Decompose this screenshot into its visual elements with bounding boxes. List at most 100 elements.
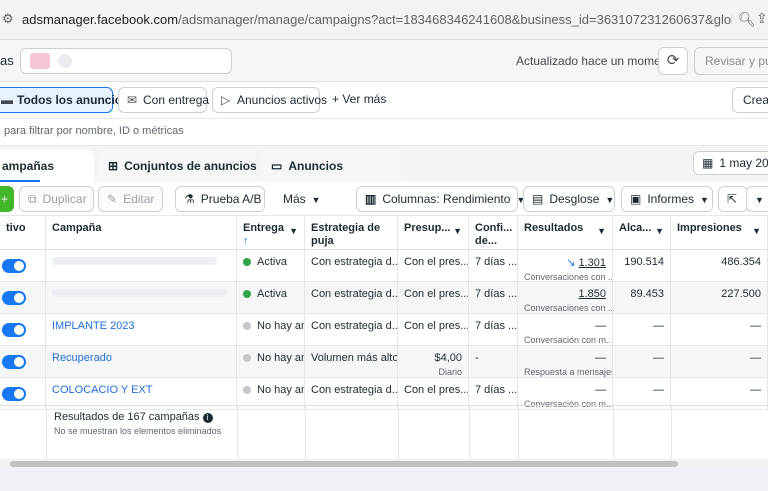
tab-adsets[interactable]: ⊞ Conjuntos de anuncios	[98, 150, 257, 184]
campaign-name-link[interactable]: Recuperado	[52, 352, 112, 364]
campaign-toggle[interactable]	[2, 387, 26, 401]
account-selector[interactable]	[20, 48, 232, 74]
cell-results: — Conversación con m...	[518, 314, 613, 346]
export-button[interactable]: ⇱	[718, 186, 748, 212]
cell-bid: Con estrategia d...	[305, 314, 398, 346]
sort-ascending-icon: ↑	[243, 235, 249, 247]
chevron-down-icon: ▼	[597, 226, 606, 236]
col-header-campaign[interactable]: Campaña	[46, 216, 237, 250]
results-value[interactable]: 1.301	[578, 257, 606, 269]
campaign-name-link[interactable]: IMPLANTE 2023	[52, 320, 135, 332]
refresh-button[interactable]: ⟳	[658, 47, 688, 75]
table-row[interactable]: Activa Con estrategia d... Con el pres... 7…	[0, 282, 768, 314]
more-actions-label: Más	[283, 192, 306, 206]
budget-period: Diario	[438, 367, 462, 377]
col-header-impressions[interactable]: Impresiones ▼	[671, 216, 768, 250]
reports-button[interactable]: ▣ Informes ▼	[621, 186, 713, 212]
create-button[interactable]: Crear	[732, 87, 768, 113]
zoom-icon[interactable]: 🔍︎	[738, 11, 756, 28]
col-header-delivery-label: Entrega	[243, 222, 284, 234]
edit-button[interactable]: ✎ Editar	[98, 186, 163, 212]
col-header-bid[interactable]: Estrategia de puja	[305, 216, 398, 250]
results-value[interactable]: —	[595, 320, 606, 332]
table-row[interactable]: IMPLANTE 2023 No hay an Con estrategia d..…	[0, 314, 768, 346]
date-range-button[interactable]: ▦ 1 may 2025	[693, 151, 768, 175]
campaign-toggle[interactable]	[2, 355, 26, 369]
col-header-impressions-label: Impresiones	[677, 222, 742, 234]
cell-bid: Con estrategia d...	[305, 282, 398, 314]
create-campaign-button[interactable]: +	[0, 186, 14, 212]
col-header-budget[interactable]: Presup... ▼	[398, 216, 469, 250]
cell-budget: Con el pres...	[398, 314, 469, 346]
review-publish-button[interactable]: Revisar y publi	[694, 47, 768, 75]
tab-campaigns[interactable]: ampañas	[0, 150, 94, 184]
results-value[interactable]: 1.850	[578, 288, 606, 300]
results-summary-text: Resultados de 167 campañas	[54, 411, 200, 423]
duplicate-button[interactable]: ⧉ Duplicar	[19, 186, 94, 212]
table-row[interactable]: Recuperado No hay an Volumen más alto $4,00…	[0, 346, 768, 378]
tab-adsets-label: Conjuntos de anuncios	[124, 159, 257, 173]
cell-impressions: 486.354	[671, 250, 768, 282]
toggle-knob	[14, 293, 24, 303]
cell-budget: Con el pres...	[398, 282, 469, 314]
more-actions-button[interactable]: Más ▼	[274, 186, 334, 212]
budget-value: Con el pres...	[404, 256, 469, 268]
column-divider	[398, 405, 399, 459]
col-header-active[interactable]: tivo	[0, 216, 46, 250]
filter-active-ads[interactable]: ▷ Anuncios activos	[212, 87, 327, 113]
budget-value: Con el pres...	[404, 384, 469, 396]
col-header-delivery[interactable]: Entrega ▼ ↑	[237, 216, 305, 250]
column-divider	[305, 405, 306, 459]
account-name-redacted	[58, 54, 72, 68]
filter-all-ads[interactable]: ▬ Todos los anuncios	[0, 87, 129, 113]
site-info-icon[interactable]: ⚙	[2, 11, 16, 27]
results-value[interactable]: —	[595, 352, 606, 364]
cell-active	[0, 314, 46, 346]
flask-icon: ⚗	[184, 192, 195, 206]
attribution-setting: 7 días ...	[475, 256, 518, 268]
breakdown-button[interactable]: ▤ Desglose ▼	[523, 186, 615, 212]
breakdown-icon: ▤	[532, 192, 544, 206]
pencil-icon: ✎	[107, 192, 118, 206]
results-value[interactable]: —	[595, 384, 606, 396]
tab-ads[interactable]: ▭ Anuncios	[261, 150, 403, 184]
bid-strategy: Con estrategia d...	[311, 320, 398, 332]
table-row[interactable]: Activa Con estrategia d... Con el pres... 7…	[0, 250, 768, 282]
envelope-icon: ✉	[127, 93, 138, 107]
delivery-status-dot	[243, 386, 251, 394]
column-divider	[518, 405, 519, 459]
bid-strategy: Con estrategia d...	[311, 256, 398, 268]
more-filters-button[interactable]: + Ver más	[332, 92, 386, 106]
scrollbar-thumb[interactable]	[10, 461, 678, 467]
export-menu-button[interactable]: ▼	[746, 186, 768, 212]
campaign-toggle[interactable]	[2, 291, 26, 305]
columns-button[interactable]: ▥ Columnas: Rendimiento ▼	[356, 186, 525, 212]
url-host: adsmanager.facebook.com	[22, 12, 179, 27]
cell-results: — Respuesta a mensajes	[518, 346, 613, 378]
info-icon[interactable]: i	[202, 413, 213, 423]
ab-test-button[interactable]: ⚗ Prueba A/B	[175, 186, 265, 212]
share-icon[interactable]: ⇪	[756, 10, 768, 27]
cell-bid: Con estrategia d...	[305, 250, 398, 282]
campaign-name-link[interactable]: COLOCACIO Y EXT	[52, 384, 152, 396]
col-header-config[interactable]: Confi... de...	[469, 216, 518, 250]
address-bar[interactable]: adsmanager.facebook.com/adsmanager/manag…	[22, 12, 732, 27]
delivery-status-dot	[243, 290, 251, 298]
filter-delivery[interactable]: ✉ Con entrega	[118, 87, 209, 113]
cell-config: 7 días ...	[469, 250, 518, 282]
cell-campaign	[46, 282, 237, 314]
campaign-toggle[interactable]	[2, 259, 26, 273]
folder-icon: ▬	[1, 93, 13, 107]
campaign-toggle[interactable]	[2, 323, 26, 337]
breakdown-label: Desglose	[549, 192, 600, 206]
col-header-reach[interactable]: Alca... ▼	[613, 216, 671, 250]
impressions-value: —	[750, 352, 761, 364]
calendar-icon: ▦	[702, 156, 714, 170]
edit-label: Editar	[123, 192, 155, 206]
cell-reach: 190.514	[613, 250, 671, 282]
col-header-results[interactable]: Resultados ▼	[518, 216, 613, 250]
impressions-value: —	[750, 384, 761, 396]
campaign-name-redacted	[52, 289, 227, 297]
date-range-label: 1 may 2025	[719, 156, 768, 170]
budget-value: Con el pres...	[404, 320, 469, 332]
